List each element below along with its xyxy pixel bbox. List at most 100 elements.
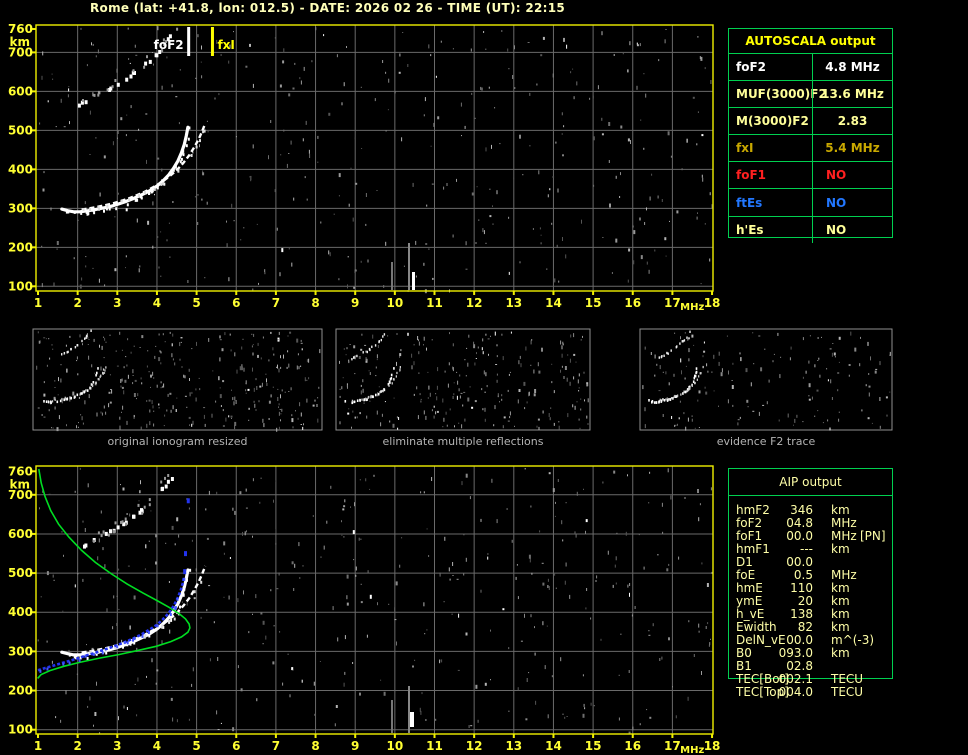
parameter-label: foF2	[736, 60, 767, 75]
x-tick-label: 1	[34, 739, 42, 753]
x-tick-label: 7	[272, 296, 280, 310]
x-tick-label: 3	[113, 296, 121, 310]
y-tick-label: 100	[8, 723, 33, 737]
parameter-label: fxI	[736, 141, 754, 156]
x-tick-label: 5	[192, 296, 200, 310]
x-tick-label: 6	[232, 296, 240, 310]
x-tick-label: 17	[664, 296, 681, 310]
autoscala-row-fxi: fxI 5.4 MHz	[729, 135, 892, 163]
x-tick-label: 13	[505, 296, 522, 310]
x-tick-label: 11	[426, 739, 443, 753]
plot-border	[35, 24, 714, 292]
y-tick-label: 400	[8, 162, 33, 176]
autoscala-window: foF2 fxI 760 700 600 500 400 300 200 100 km 1 2 3 4 5 6 7…	[0, 0, 968, 755]
grid-lines	[36, 25, 713, 291]
y-tick-label: 600	[8, 527, 33, 541]
x-tick-label: 2	[73, 296, 81, 310]
x-tick-label: 12	[466, 296, 483, 310]
autoscala-table-rows: foF2 4.8 MHz MUF(3000)F2 13.6 MHz M(3000)F2 2…	[729, 54, 892, 243]
x-tick-label: 9	[351, 296, 359, 310]
y-tick-label: 300	[8, 201, 33, 215]
x-tick-label: 12	[466, 739, 483, 753]
parameter-unit: TECU	[831, 685, 864, 699]
parameter-value: NO	[812, 189, 892, 216]
autoscala-row-ftes: ftEs NO	[729, 189, 892, 217]
parameter-value: NO	[812, 216, 892, 243]
x-tick-label: 3	[113, 739, 121, 753]
parameter-unit: km	[831, 646, 850, 660]
parameter-label: h'Es	[736, 222, 764, 237]
x-tick-label: 18	[704, 296, 721, 310]
fxI-marker-label: fxI	[217, 38, 234, 52]
aip-output-table: AIP output hmF2 346 km foF2 04.8 MHz foF1 00.0 M…	[728, 468, 893, 699]
autoscala-row-fof2: foF2 4.8 MHz	[729, 54, 892, 82]
x-tick-label: 4	[153, 739, 161, 753]
parameter-label: foF1	[736, 168, 767, 183]
thumbnail-multiple-reflections	[335, 328, 591, 431]
station-title: Rome (lat: +41.8, lon: 012.5) - DATE: 20…	[90, 1, 566, 15]
autoscala-table-header: AUTOSCALA output	[729, 29, 892, 54]
x-tick-label: 16	[624, 296, 641, 310]
parameter-label: MUF(3000)F2	[736, 87, 827, 102]
y-tick-label: 500	[8, 566, 33, 580]
autoscala-row-m3000f2: M(3000)F2 2.83	[729, 108, 892, 136]
x-tick-label: 7	[272, 739, 280, 753]
y-tick-label: 500	[8, 123, 33, 137]
aip-table-header: AIP output	[729, 469, 892, 496]
x-tick-label: 14	[545, 296, 562, 310]
parameter-value: 13.6 MHz	[812, 81, 892, 108]
x-tick-label: 2	[73, 739, 81, 753]
fxI-marker: fxI	[210, 27, 235, 56]
autoscala-row-hes: h'Es NO	[729, 216, 892, 243]
x-tick-label: 10	[386, 296, 403, 310]
ionogram-noise	[39, 26, 713, 294]
autoscala-row-fof1: foF1 NO	[729, 162, 892, 190]
x-tick-label: 18	[704, 739, 721, 753]
y-tick-label: 300	[8, 644, 33, 658]
x-tick-label: 17	[664, 739, 681, 753]
foF2-marker: foF2	[154, 27, 191, 56]
y-tick-label: 200	[8, 240, 33, 254]
x-tick-label: 16	[624, 739, 641, 753]
ionogram-traces	[60, 474, 207, 660]
x-tick-label: 6	[232, 739, 240, 753]
aip-row-tectop: TEC[Top] 004.0 TECU	[729, 686, 892, 699]
aip-table-rows: hmF2 346 km foF2 04.8 MHz foF1 00.0 MHz [PN] hmF1-…	[729, 504, 892, 699]
ionogram-traces	[60, 27, 207, 216]
thumbnail-caption-f2trace: evidence F2 trace	[716, 435, 816, 448]
ionogram-plot: foF2 fxI760700600500400300200100km1 2 3 4 5 6 7…	[8, 22, 720, 313]
parameter-value: 4.8 MHz	[812, 54, 892, 81]
y-axis-unit: km	[10, 477, 30, 491]
thumbnail-caption-reflections: eliminate multiple reflections	[382, 435, 544, 448]
x-tick-label: 9	[351, 739, 359, 753]
parameter-flag: [PN]	[860, 529, 886, 543]
y-tick-label: 400	[8, 605, 33, 619]
y-axis-unit: km	[10, 35, 30, 49]
autoscala-row-muf3000f2: MUF(3000)F2 13.6 MHz	[729, 81, 892, 109]
y-tick-label: 100	[8, 279, 33, 293]
foF2-marker-label: foF2	[154, 38, 184, 52]
x-tick-label: 14	[545, 739, 562, 753]
x-tick-label: 8	[311, 739, 319, 753]
y-tick-label: 600	[8, 84, 33, 98]
x-tick-label: 8	[311, 296, 319, 310]
thumbnail-caption-original: original ionogram resized	[107, 435, 248, 448]
x-tick-label: 11	[426, 296, 443, 310]
autoscala-output-table: AUTOSCALA output foF2 4.8 MHz MUF(3000)F2 1…	[728, 28, 893, 243]
x-tick-label: 5	[192, 739, 200, 753]
ionogram-noise	[37, 467, 713, 735]
x-tick-label: 10	[386, 739, 403, 753]
x-tick-label: 13	[505, 739, 522, 753]
parameter-value: 004.0	[778, 685, 813, 699]
thumbnail-original	[32, 328, 323, 432]
parameter-value: NO	[812, 162, 892, 189]
thumbnail-f2-trace	[639, 328, 893, 431]
y-tick-label: 760	[8, 464, 33, 478]
x-axis-unit: MHz	[680, 745, 704, 755]
y-tick-label: 200	[8, 684, 33, 698]
y-tick-label: 760	[8, 22, 33, 36]
parameter-value: 5.4 MHz	[812, 135, 892, 162]
x-tick-label: 1	[34, 296, 42, 310]
x-tick-label: 15	[585, 296, 602, 310]
axis-labels: 760700600500400300200100km1 2 3 4 5 6 7 8 9 10 11 1…	[8, 464, 720, 755]
